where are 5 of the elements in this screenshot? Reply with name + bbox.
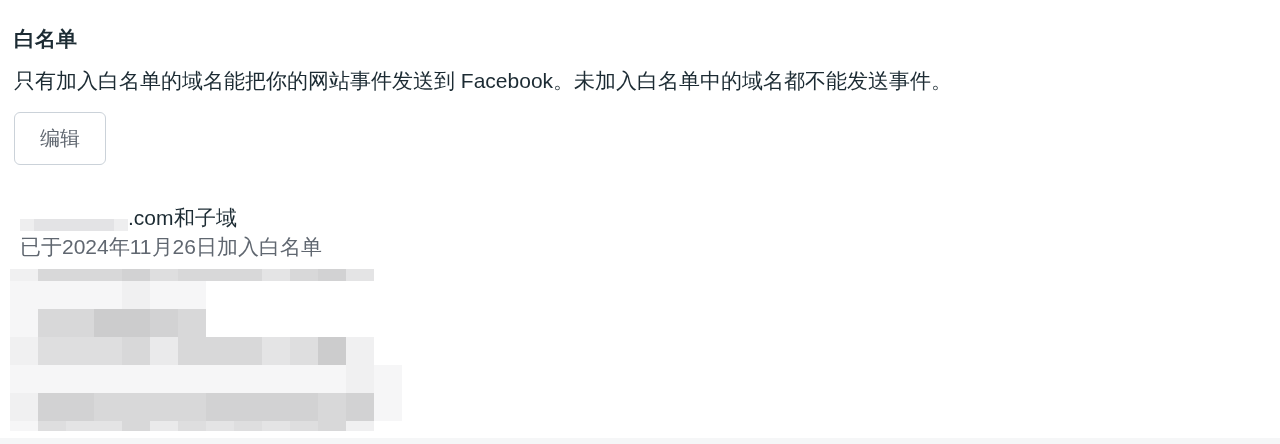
domain-name: .com和子域 [128, 205, 237, 231]
edit-button[interactable]: 编辑 [14, 112, 106, 165]
added-date: 已于2024年11月26日加入白名单 [20, 234, 323, 260]
section-description: 只有加入白名单的域名能把你的网站事件发送到 Facebook。未加入白名单中的域名都不能发送事件。 [14, 68, 954, 94]
section-title: 白名单 [14, 26, 78, 52]
